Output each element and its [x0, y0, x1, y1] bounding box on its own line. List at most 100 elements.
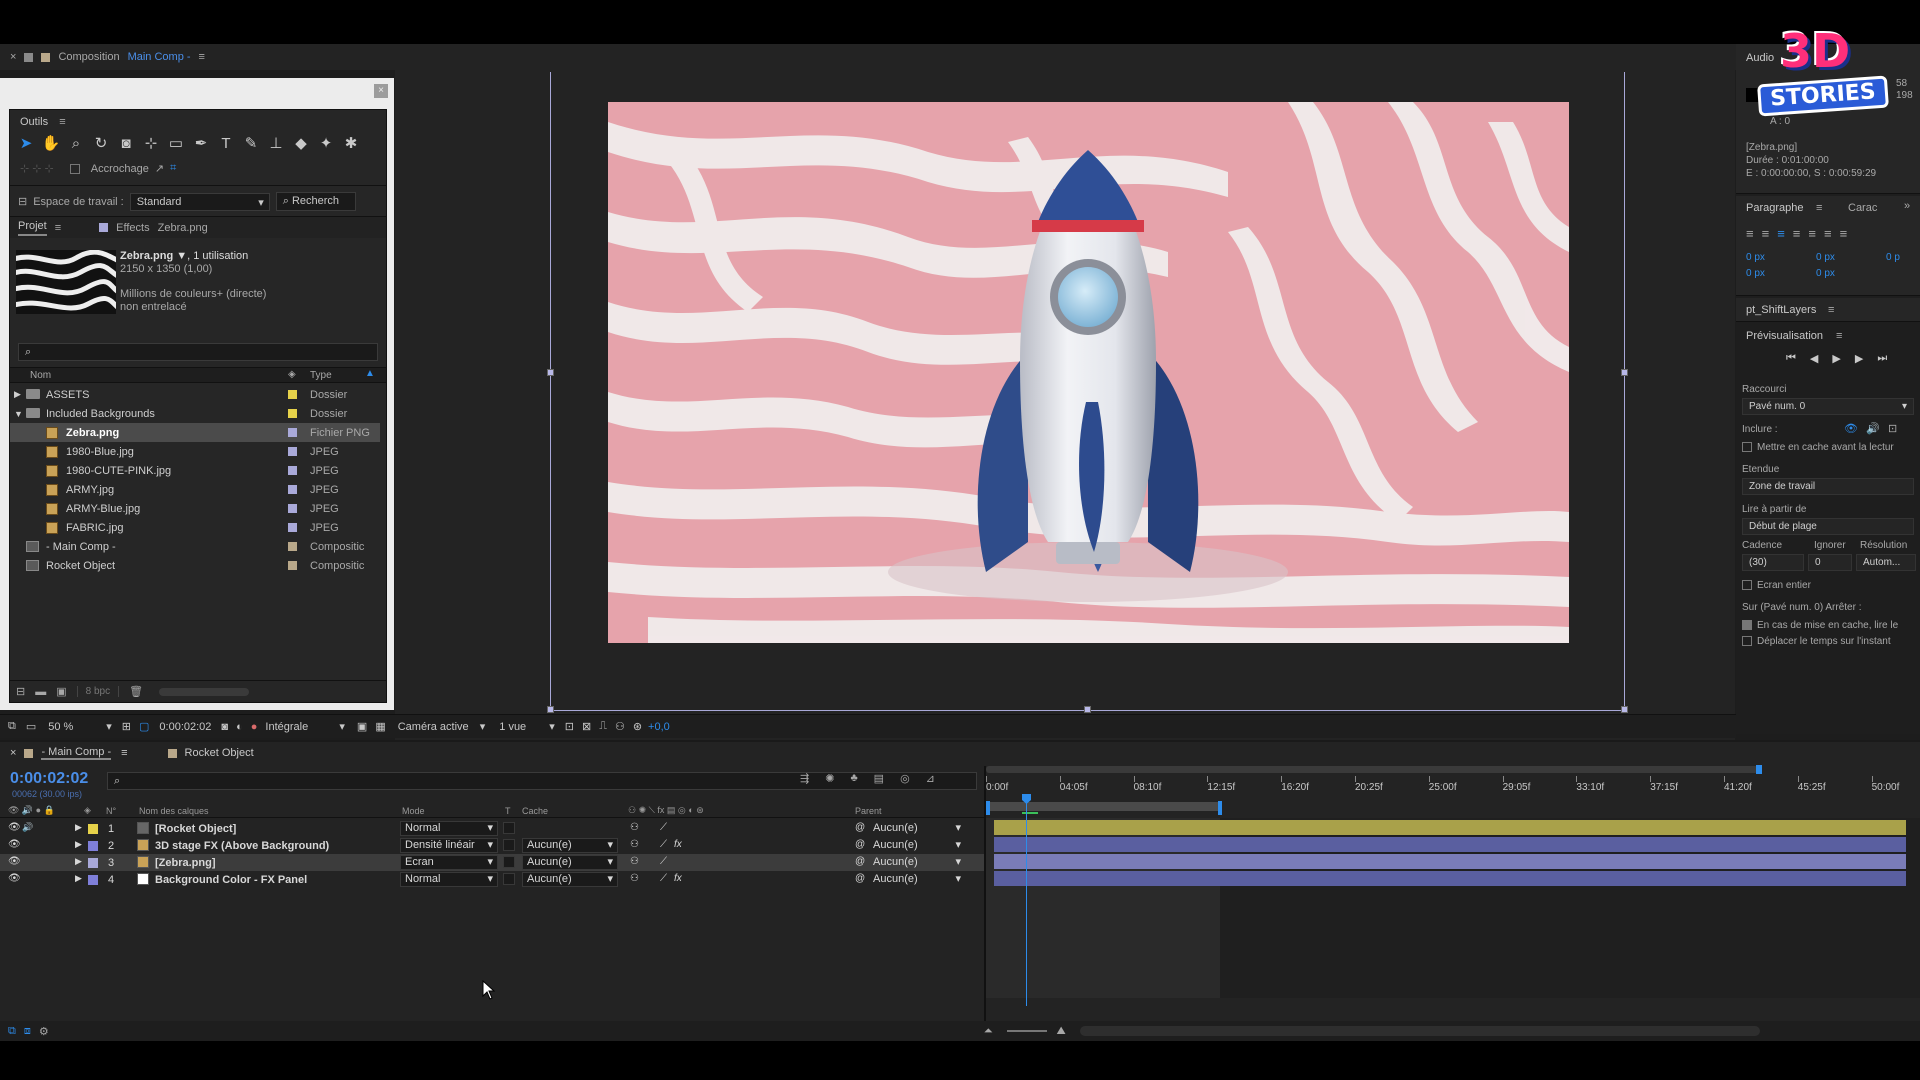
audio-icon[interactable]: 🔊 [22, 822, 33, 833]
project-item[interactable]: Zebra.png Fichier PNG [10, 423, 380, 442]
panel-menu-icon[interactable]: ≡ [1828, 304, 1834, 316]
justify-left-icon[interactable]: ≡ [1793, 226, 1801, 241]
puppet-tool-icon[interactable]: ✱ [341, 134, 361, 154]
shy-switch-icon[interactable]: ⚇ [630, 822, 639, 833]
graph-editor-icon[interactable]: ⊿ [926, 772, 935, 785]
previous-frame-icon[interactable]: ◀ [1810, 352, 1818, 365]
layer-name[interactable]: [Zebra.png] [155, 857, 216, 869]
label-color-swatch[interactable] [288, 390, 297, 399]
label-column-icon[interactable]: ◈ [288, 369, 296, 380]
track-matte-dropdown[interactable]: Aucun(e) ▾ [522, 838, 618, 853]
quality-switch-icon[interactable]: ⟋ [660, 856, 667, 867]
layer-name[interactable]: Background Color - FX Panel [155, 874, 307, 886]
include-video-icon[interactable]: 👁 [1844, 422, 1858, 435]
expand-arrow-icon[interactable]: ▶ [75, 856, 82, 867]
shiftlayers-title[interactable]: pt_ShiftLayers [1746, 304, 1816, 316]
column-name[interactable]: Nom [30, 370, 51, 381]
interpret-footage-icon[interactable]: ⊟ [16, 685, 25, 698]
current-time-indicator[interactable] [1026, 796, 1027, 1006]
label-color-swatch[interactable] [288, 447, 297, 456]
range-dropdown[interactable]: Zone de travail [1742, 478, 1914, 495]
blend-mode-dropdown[interactable]: Densité linéair ▾ [400, 838, 498, 853]
blend-mode-dropdown[interactable]: Normal ▾ [400, 872, 498, 887]
shortcut-dropdown[interactable]: Pavé num. 0 ▾ [1742, 398, 1914, 415]
layer-row[interactable]: 👁 ▶ 4 Background Color - FX Panel Normal ▾ Auc… [0, 871, 984, 888]
quality-switch-icon[interactable]: ⟋ [660, 822, 667, 833]
align-right-icon[interactable]: ≡ [1777, 226, 1785, 241]
composition-render[interactable] [608, 102, 1569, 643]
transform-handle[interactable] [1621, 706, 1628, 713]
flowchart-icon[interactable]: ⚇ [615, 720, 625, 733]
project-item[interactable]: 1980-Blue.jpg JPEG [10, 442, 380, 461]
project-search-input[interactable]: ⌕ [18, 343, 378, 361]
shy-switch-icon[interactable]: ⚇ [630, 839, 639, 850]
project-item[interactable]: 1980-CUTE-PINK.jpg JPEG [10, 461, 380, 480]
skip-dropdown[interactable]: 0 [1808, 554, 1852, 571]
expand-arrow-icon[interactable]: ▼ [14, 409, 23, 419]
camera-dropdown[interactable]: Caméra active [398, 721, 480, 733]
project-item[interactable]: ▶ ASSETS Dossier [10, 385, 380, 404]
layer-name[interactable]: 3D stage FX (Above Background) [155, 840, 329, 852]
label-color-swatch[interactable] [288, 523, 297, 532]
tab-paragraph[interactable]: Paragraphe [1746, 202, 1804, 214]
brush-tool-icon[interactable]: ✎ [241, 134, 261, 154]
rectangle-tool-icon[interactable]: ▭ [166, 134, 186, 154]
tab-character[interactable]: Carac [1848, 202, 1877, 214]
draft-3d-icon[interactable]: ✺ [825, 772, 834, 785]
timeline-zoom-slider[interactable] [1006, 1030, 1047, 1032]
stop-option-move-time[interactable]: Déplacer le temps sur l'instant [1742, 636, 1891, 647]
pick-whip-icon[interactable]: @ [855, 822, 865, 833]
visibility-eye-icon[interactable]: 👁 [8, 873, 21, 884]
transparency-grid-icon[interactable]: ▦ [375, 720, 385, 733]
project-scrollbar[interactable] [159, 687, 250, 696]
panel-menu-icon[interactable]: ≡ [199, 51, 205, 63]
snap-option-icon[interactable]: ↗ [155, 162, 164, 175]
time-ruler[interactable]: 0:00f 04:05f 08:10f 12:15f 16:20f 20:25f 25:00… [986, 776, 1920, 800]
timeline-icon[interactable]: ⎍ [599, 720, 607, 733]
parent-dropdown[interactable]: Aucun(e) ▾ [873, 821, 965, 836]
blend-mode-dropdown[interactable]: Normal ▾ [400, 821, 498, 836]
cache-before-option[interactable]: Mettre en cache avant la lectur [1742, 442, 1894, 453]
label-color-swatch[interactable] [88, 824, 98, 834]
label-color-swatch[interactable] [288, 504, 297, 513]
chevron-down-icon[interactable]: ▾ [106, 720, 112, 733]
label-color-swatch[interactable] [288, 428, 297, 437]
pick-whip-icon[interactable]: @ [855, 873, 865, 884]
layer-duration-bar[interactable] [994, 820, 1906, 835]
indent-left-value[interactable]: 0 px [1746, 252, 1765, 263]
snap-checkbox[interactable] [69, 163, 80, 174]
workspace-dropdown[interactable]: Standard ▾ [129, 192, 270, 211]
eraser-tool-icon[interactable]: ◆ [291, 134, 311, 154]
panel-menu-icon[interactable]: ≡ [59, 116, 65, 128]
layer-duration-bar[interactable] [994, 837, 1906, 852]
camera-tool-icon[interactable]: ◙ [116, 134, 136, 154]
parent-dropdown[interactable]: Aucun(e) ▾ [873, 855, 965, 870]
effects-switch-icon[interactable]: fx [674, 839, 682, 850]
panel-menu-icon[interactable]: ≡ [1816, 202, 1822, 214]
effects-switch-icon[interactable]: fx [674, 873, 682, 884]
pick-whip-icon[interactable]: @ [855, 839, 865, 850]
clone-stamp-tool-icon[interactable]: ⊥ [266, 134, 286, 154]
tab-effects[interactable]: Effects [116, 222, 149, 234]
blend-mode-dropdown[interactable]: Ecran ▾ [400, 855, 498, 870]
track-matte-dropdown[interactable]: Aucun(e) ▾ [522, 855, 618, 870]
hand-tool-icon[interactable]: ✋ [41, 134, 61, 154]
parent-dropdown[interactable]: Aucun(e) ▾ [873, 838, 965, 853]
label-color-swatch[interactable] [88, 858, 98, 868]
expand-arrow-icon[interactable]: ▶ [75, 839, 82, 850]
zoom-in-icon[interactable]: ⛰ [1057, 1025, 1066, 1038]
next-frame-icon[interactable]: ▶ [1855, 352, 1863, 365]
preserve-transparency-checkbox[interactable] [503, 839, 515, 851]
composition-tab-name[interactable]: Main Comp - [128, 51, 191, 63]
transform-handle[interactable] [547, 706, 554, 713]
type-tool-icon[interactable]: T [216, 134, 236, 154]
visibility-eye-icon[interactable]: 👁 [8, 856, 21, 867]
project-item[interactable]: ARMY.jpg JPEG [10, 480, 380, 499]
pan-behind-tool-icon[interactable]: ⊹ [141, 134, 161, 154]
toggle-pixel-aspect-icon[interactable]: ⊡ [565, 720, 574, 733]
label-color-swatch[interactable] [288, 542, 297, 551]
views-dropdown[interactable]: 1 vue [499, 721, 549, 733]
reset-exposure-icon[interactable]: ⊛ [633, 720, 642, 733]
show-snapshot-icon[interactable]: ◐ [236, 721, 243, 733]
include-overlays-icon[interactable]: ⊡ [1888, 422, 1897, 435]
